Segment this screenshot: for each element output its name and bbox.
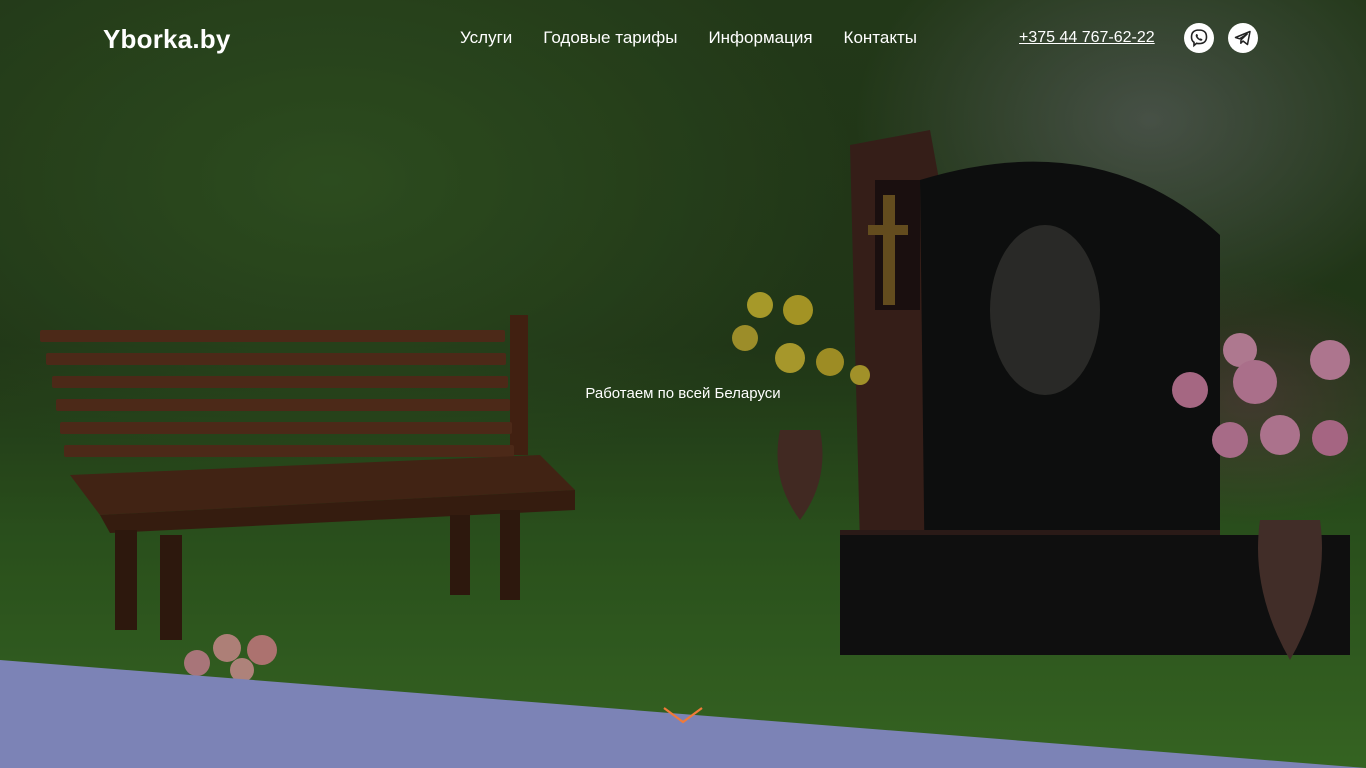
viber-button[interactable] [1184, 23, 1214, 53]
site-logo[interactable]: Yborka.by [103, 24, 231, 55]
nav-item-information[interactable]: Информация [708, 28, 812, 48]
main-nav: Услуги Годовые тарифы Информация Контакт… [460, 28, 917, 48]
hero-tagline: Работаем по всей Беларуси [585, 385, 781, 402]
nav-item-contacts[interactable]: Контакты [844, 28, 917, 48]
nav-item-services[interactable]: Услуги [460, 28, 512, 48]
nav-item-annual-tariffs[interactable]: Годовые тарифы [543, 28, 677, 48]
chevron-down-icon [663, 707, 703, 724]
telegram-button[interactable] [1228, 23, 1258, 53]
telegram-icon [1234, 30, 1251, 46]
scroll-down-button[interactable] [662, 704, 704, 726]
phone-link[interactable]: +375 44 767-62-22 [1019, 29, 1155, 47]
viber-icon [1190, 29, 1208, 48]
